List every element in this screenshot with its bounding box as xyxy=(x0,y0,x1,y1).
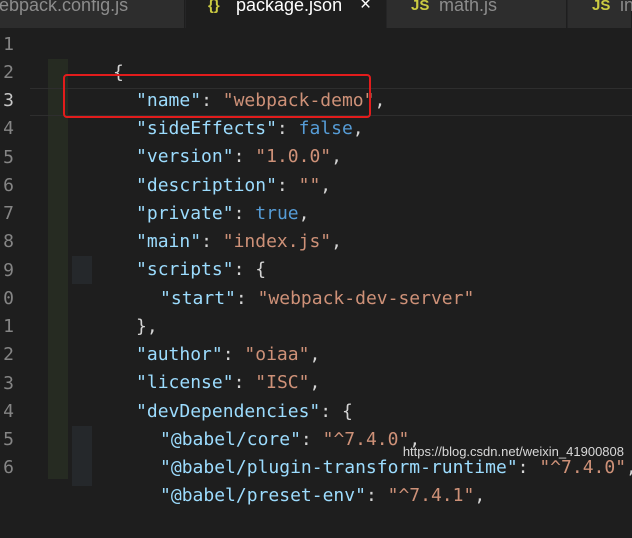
tab-package-json[interactable]: {} package.json × xyxy=(186,0,386,28)
tab-index-js[interactable]: JS in xyxy=(568,0,632,28)
code-line: "main": "index.js", xyxy=(136,231,342,252)
code-editor[interactable]: 1 2 3 4 5 6 7 8 9 0 1 2 3 4 5 6 { "name"… xyxy=(0,28,632,506)
code-line: "scripts": { xyxy=(136,259,267,280)
code-line: "private": true, xyxy=(136,203,310,224)
annotation-highlight-box xyxy=(63,74,371,118)
tab-label: package.json xyxy=(236,0,343,15)
code-line: "version": "1.0.0", xyxy=(136,146,342,167)
tab-label: in xyxy=(620,0,632,15)
js-file-icon: JS xyxy=(592,0,611,14)
code-line: "description": "", xyxy=(136,175,332,196)
editor-tab-bar: webpack.config.js {} package.json × JS m… xyxy=(0,0,632,28)
tab-math-js[interactable]: JS math.js xyxy=(387,0,567,28)
code-line: "license": "ISC", xyxy=(136,372,321,393)
watermark-text: https://blog.csdn.net/weixin_41900808 xyxy=(402,444,624,459)
code-line: }, xyxy=(136,316,158,337)
code-line: "@babel/core": "^7.4.0", xyxy=(160,429,421,450)
code-line: "author": "oiaa", xyxy=(136,344,321,365)
json-file-icon: {} xyxy=(208,0,220,14)
code-line: { xyxy=(113,62,124,83)
tab-label: webpack.config.js xyxy=(0,0,129,15)
code-line: "start": "webpack-dev-server" xyxy=(160,288,475,309)
tab-label: math.js xyxy=(439,0,498,15)
tab-webpack-config[interactable]: webpack.config.js xyxy=(0,0,185,28)
js-file-icon: JS xyxy=(411,0,430,14)
code-line: "devDependencies": { xyxy=(136,401,353,422)
close-icon[interactable]: × xyxy=(360,0,371,16)
